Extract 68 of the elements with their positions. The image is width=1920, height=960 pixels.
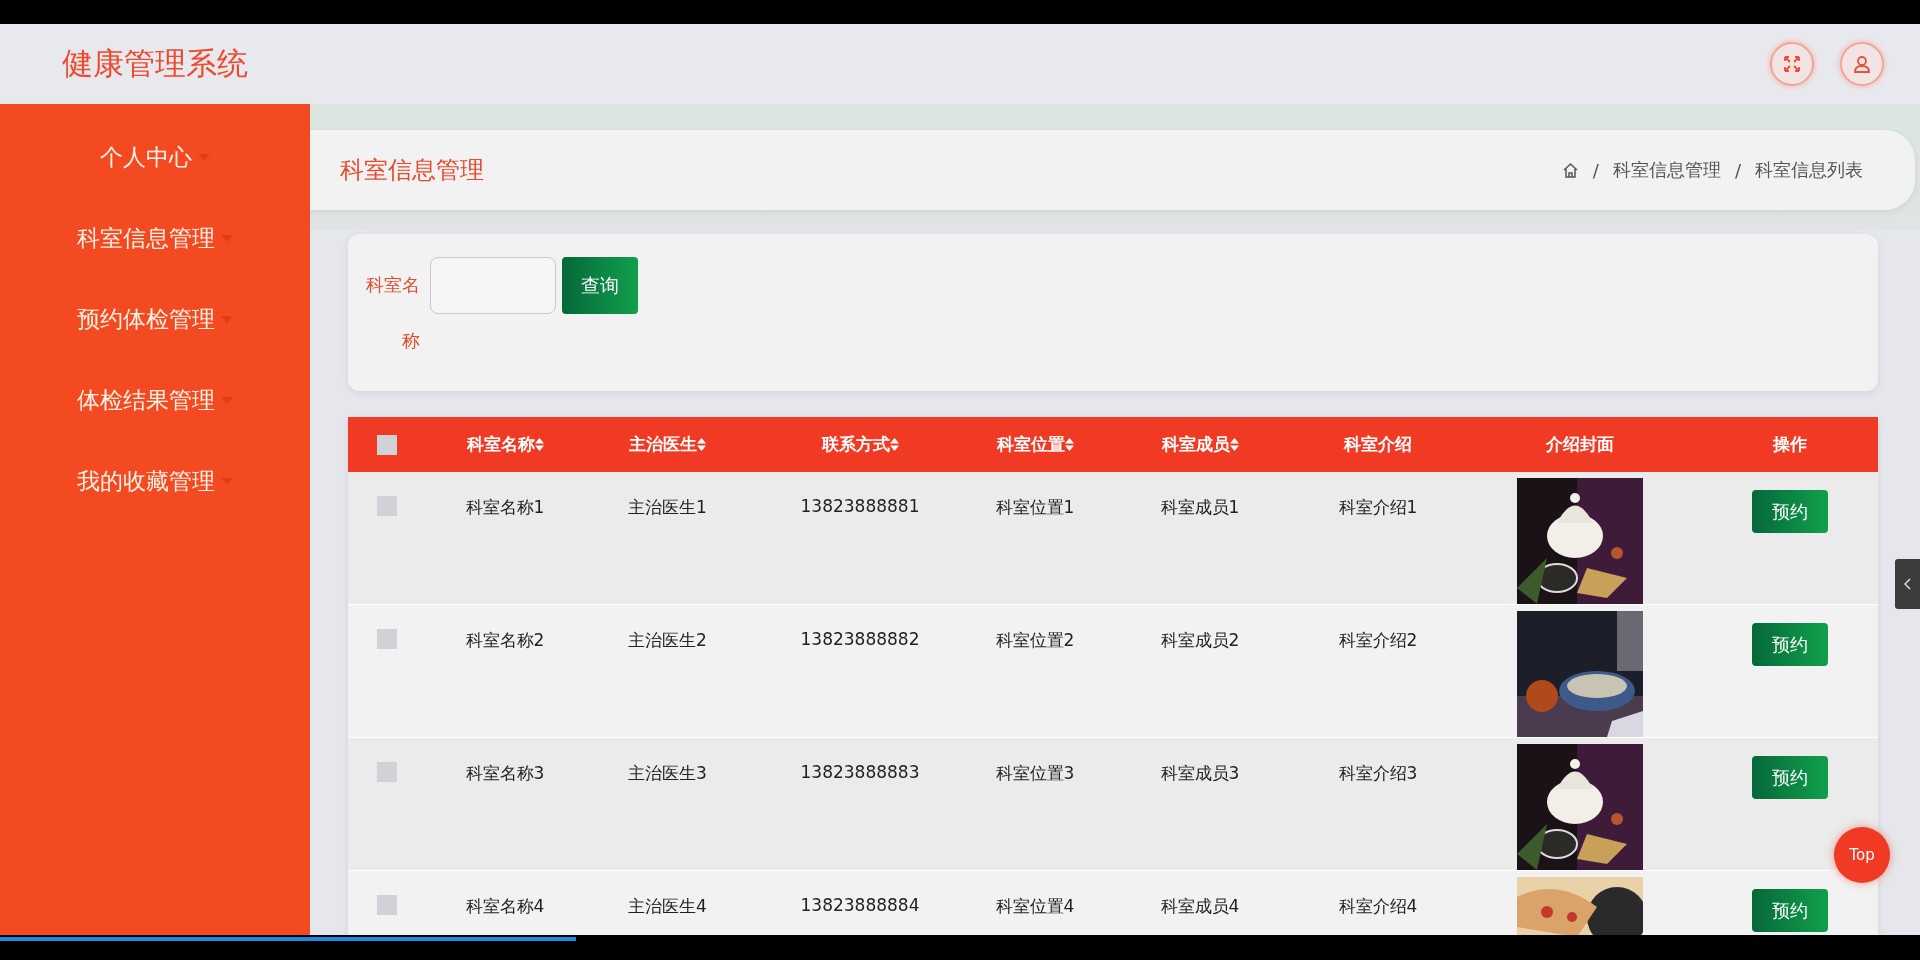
row-checkbox[interactable]: [376, 496, 397, 516]
nav-item[interactable]: 个人中心: [100, 130, 210, 211]
book-button[interactable]: 预约: [1752, 889, 1828, 932]
breadcrumb-separator: /: [1592, 159, 1599, 181]
table-cell: 13823888881: [800, 496, 920, 516]
progress-bar[interactable]: [0, 937, 576, 941]
sort-icon: [889, 438, 899, 451]
table-cell: 主治医生4: [628, 895, 707, 918]
table-cell: 科室介绍3: [1338, 762, 1418, 785]
search-label: 科室名称: [365, 273, 420, 353]
table-cell: 科室介绍2: [1338, 629, 1418, 652]
column-header: 操作: [1773, 433, 1807, 456]
book-button[interactable]: 预约: [1752, 623, 1828, 666]
table-cell: 科室名称1: [465, 496, 545, 519]
book-button[interactable]: 预约: [1752, 756, 1828, 799]
book-button[interactable]: 预约: [1752, 490, 1828, 533]
table-cell: 13823888882: [800, 629, 920, 649]
sort-icon: [534, 438, 544, 451]
column-header[interactable]: 联系方式: [821, 433, 890, 456]
nav-item[interactable]: 科室信息管理: [77, 211, 233, 292]
table-cell: 科室成员2: [1160, 629, 1240, 652]
table-cell: 科室成员3: [1160, 762, 1240, 785]
app-title: 健康管理系统: [62, 44, 248, 83]
collapse-tab[interactable]: [1895, 559, 1920, 609]
table-cell: 科室名称2: [465, 629, 545, 652]
table-cell: 科室成员1: [1160, 496, 1240, 519]
column-header[interactable]: 科室成员: [1161, 433, 1230, 456]
user-icon: [1853, 55, 1871, 73]
table-cell: 主治医生2: [628, 629, 707, 652]
breadcrumb-separator: /: [1734, 159, 1741, 181]
row-checkbox[interactable]: [376, 629, 397, 649]
row-checkbox[interactable]: [376, 895, 397, 915]
table-cell: 主治医生3: [628, 762, 707, 785]
column-header[interactable]: 科室位置: [996, 433, 1065, 456]
home-icon[interactable]: [1561, 161, 1579, 179]
column-header[interactable]: 科室名称: [466, 433, 535, 456]
table-cell: 科室名称3: [465, 762, 545, 785]
row-checkbox[interactable]: [376, 762, 397, 782]
chevron-left-icon: [1903, 578, 1912, 590]
table-cell: 科室位置4: [995, 895, 1075, 918]
table-cell: 科室位置3: [995, 762, 1075, 785]
table-cell: 科室介绍1: [1338, 496, 1418, 519]
sort-icon: [697, 438, 706, 451]
sort-icon: [1229, 438, 1239, 451]
column-header[interactable]: 主治医生: [629, 433, 697, 456]
query-button[interactable]: 查询: [562, 257, 638, 314]
table-cell: 科室位置1: [995, 496, 1075, 519]
table-cell: 13823888883: [800, 762, 920, 782]
table-cell: 科室成员4: [1160, 895, 1240, 918]
search-field[interactable]: [430, 257, 556, 314]
page-title: 科室信息管理: [340, 155, 484, 186]
nav-item[interactable]: 体检结果管理: [77, 373, 233, 454]
breadcrumb-item: 科室信息列表: [1755, 158, 1863, 182]
sort-icon: [1064, 438, 1074, 451]
table-cell: 科室名称4: [465, 895, 545, 918]
column-header: 介绍封面: [1546, 433, 1614, 456]
table-cell: 13823888884: [800, 895, 920, 915]
nav-item[interactable]: 预约体检管理: [77, 292, 233, 373]
table-cell: 科室位置2: [995, 629, 1075, 652]
table-cell: 科室介绍4: [1338, 895, 1418, 918]
select-all-checkbox[interactable]: [376, 434, 397, 455]
table-cell: 主治医生1: [628, 496, 707, 519]
breadcrumb-item[interactable]: 科室信息管理: [1612, 158, 1721, 182]
expand-icon: [1783, 55, 1801, 73]
nav-item[interactable]: 我的收藏管理: [77, 454, 233, 535]
fullscreen-button[interactable]: [1770, 42, 1814, 86]
user-button[interactable]: [1840, 42, 1884, 86]
column-header: 科室介绍: [1344, 433, 1412, 456]
